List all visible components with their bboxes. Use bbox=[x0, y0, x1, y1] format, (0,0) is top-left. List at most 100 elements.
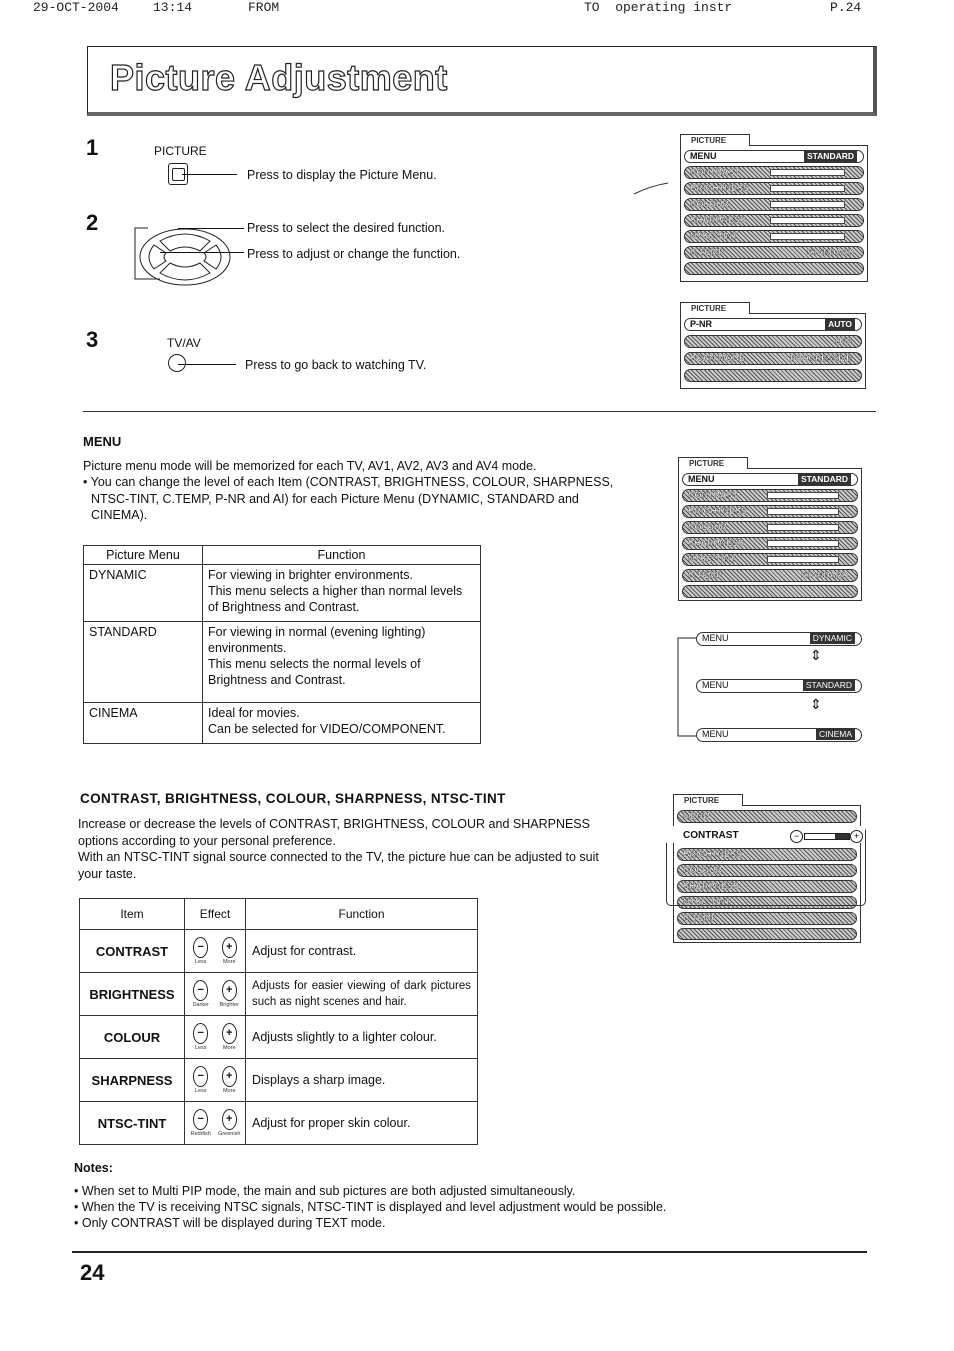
step-2-instruction-select: Press to select the desired function. bbox=[247, 221, 446, 235]
step-number-1: 1 bbox=[86, 135, 99, 160]
footer-divider bbox=[72, 1251, 867, 1253]
osd-contrast-overlay: CONTRAST − + bbox=[666, 826, 866, 906]
plus-button-icon: + bbox=[221, 980, 237, 1001]
tvav-button[interactable] bbox=[168, 354, 186, 372]
item-cell: CONTRAST bbox=[79, 929, 185, 973]
table-row: COLOUR − Less + More Adjusts slightly to a… bbox=[79, 1015, 478, 1059]
osd-main-menu: PICTURE MENU STANDARD CONTRAST BRIGHTNESS… bbox=[680, 134, 868, 282]
fax-time: 13:14 bbox=[153, 0, 193, 15]
osd-row: CONTRAST bbox=[682, 489, 858, 502]
osd-tab: PICTURE bbox=[678, 457, 748, 469]
menu-cycle-diagram: MENU DYNAMIC ⇕ MENU STANDARD ⇕ MENU CINEMA bbox=[676, 630, 866, 745]
table-header: Function bbox=[245, 898, 478, 930]
osd-row: BRIGHTNESS bbox=[684, 182, 864, 195]
item-cell: SHARPNESS bbox=[79, 1058, 185, 1102]
up-down-arrow-icon: ⇕ bbox=[810, 647, 822, 663]
osd-row: COLOUR bbox=[684, 198, 864, 211]
fax-to: TO operating instr bbox=[584, 0, 733, 15]
table-header: Item bbox=[79, 898, 185, 930]
osd-row: NTSC-TINT bbox=[684, 230, 864, 243]
effect-cell: − Reddish + Greenish bbox=[184, 1101, 246, 1145]
step-3-instruction: Press to go back to watching TV. bbox=[245, 358, 427, 372]
osd-row: MENU STANDARD bbox=[682, 473, 858, 486]
menu-cell: STANDARD bbox=[83, 621, 203, 703]
directional-pad[interactable] bbox=[130, 223, 240, 287]
fax-from: FROM bbox=[248, 0, 280, 15]
function-cell: For viewing in normal (evening lighting)… bbox=[202, 621, 481, 703]
function-cell: For viewing in brighter environments. Thi… bbox=[202, 564, 481, 622]
effect-cell: − Less + More bbox=[184, 929, 246, 973]
contrast-level-bar bbox=[804, 833, 850, 840]
osd-row: C.TEMP bbox=[677, 912, 857, 925]
table-row: SHARPNESS − Less + More Displays a sharp i… bbox=[79, 1058, 478, 1102]
title-box: Picture Adjustment bbox=[87, 46, 877, 116]
page-number: 24 bbox=[80, 1260, 105, 1285]
menu-bullet: • You can change the level of each Item … bbox=[83, 475, 614, 522]
step-2-instruction-adjust: Press to adjust or change the function. bbox=[247, 247, 461, 261]
osd-row: C.TEMP STANDARD bbox=[684, 246, 864, 259]
osd-tab: PICTURE bbox=[680, 302, 750, 314]
menu-cycle-row: MENU DYNAMIC bbox=[696, 632, 862, 646]
osd-row: MENU bbox=[677, 810, 857, 823]
item-cell: BRIGHTNESS bbox=[79, 972, 185, 1016]
osd-row bbox=[677, 928, 857, 940]
contrast-label: CONTRAST bbox=[683, 830, 739, 841]
fax-header: 29-OCT-2004 13:14 FROM TO operating inst… bbox=[0, 0, 954, 20]
osd-row: COLOUR bbox=[682, 521, 858, 534]
step-number-3: 3 bbox=[86, 327, 99, 352]
osd-row: BRIGHTNESS bbox=[682, 505, 858, 518]
osd-row: SCAN MODE PROGRESSIVE bbox=[684, 352, 862, 365]
section-divider bbox=[83, 411, 876, 412]
table-row: CINEMA Ideal for movies. Can be selected … bbox=[83, 702, 481, 744]
step-number-2: 2 bbox=[86, 210, 99, 235]
minus-icon: − bbox=[790, 830, 803, 843]
minus-button-icon: − bbox=[193, 1023, 209, 1044]
effect-cell: − Darker + Brighter bbox=[184, 972, 246, 1016]
notes-heading: Notes: bbox=[74, 1161, 113, 1175]
effect-cell: − Less + More bbox=[184, 1015, 246, 1059]
table-header: Picture Menu bbox=[83, 545, 203, 565]
osd-row: MENU STANDARD bbox=[684, 150, 864, 163]
adjust-paragraph-1: Increase or decrease the levels of CONTR… bbox=[78, 817, 590, 848]
osd-picture-menu: PICTURE MENU STANDARD CONTRAST BRIGHTNESS… bbox=[678, 457, 862, 601]
osd-tab: PICTURE bbox=[673, 794, 743, 806]
minus-button-icon: − bbox=[193, 937, 209, 958]
function-cell: Adjust for proper skin colour. bbox=[245, 1101, 478, 1145]
note-item: • Only CONTRAST will be displayed during… bbox=[74, 1216, 386, 1230]
function-cell: Adjust for contrast. bbox=[245, 929, 478, 973]
plus-button-icon: + bbox=[221, 1066, 237, 1087]
minus-button-icon: − bbox=[193, 1109, 209, 1130]
function-cell: Adjusts slightly to a lighter colour. bbox=[245, 1015, 478, 1059]
table-row: BRIGHTNESS − Darker + Brighter Adjusts for… bbox=[79, 972, 478, 1016]
osd-row: C.TEMP STANDARD bbox=[682, 569, 858, 582]
menu-heading: MENU bbox=[83, 434, 122, 449]
table-header: Effect bbox=[184, 898, 246, 930]
osd-row: SHARPNESS bbox=[682, 537, 858, 550]
osd-row: P-NR AUTO bbox=[684, 318, 862, 331]
menu-cycle-row: MENU CINEMA bbox=[696, 728, 862, 742]
function-cell: Ideal for movies. Can be selected for VID… bbox=[202, 702, 481, 744]
adjustment-table: Item Effect Function CONTRAST − Less + Mor… bbox=[79, 898, 478, 1145]
function-cell: Displays a sharp image. bbox=[245, 1058, 478, 1102]
menu-paragraph: Picture menu mode will be memorized for … bbox=[83, 459, 537, 473]
function-cell: Adjusts for easier viewing of dark pictu… bbox=[245, 972, 478, 1016]
osd-row: CONTRAST bbox=[684, 166, 864, 179]
up-down-arrow-icon: ⇕ bbox=[810, 696, 822, 712]
osd-row: SHARPNESS bbox=[684, 214, 864, 227]
picture-menu-table: Picture Menu Function DYNAMIC For viewin… bbox=[83, 545, 481, 744]
item-cell: NTSC-TINT bbox=[79, 1101, 185, 1145]
plus-button-icon: + bbox=[221, 1023, 237, 1044]
adjust-heading: CONTRAST, BRIGHTNESS, COLOUR, SHARPNESS,… bbox=[80, 791, 506, 806]
fax-page: P.24 bbox=[830, 0, 862, 15]
osd-sub-menu: PICTURE P-NR AUTO OFF SCAN MODE PROGRESSIV… bbox=[680, 302, 866, 389]
note-item: • When set to Multi PIP mode, the main a… bbox=[74, 1184, 576, 1198]
table-row: NTSC-TINT − Reddish + Greenish Adjust for … bbox=[79, 1101, 478, 1145]
pointer-stroke bbox=[633, 182, 669, 195]
adjust-paragraph-2: With an NTSC-TINT signal source connecte… bbox=[78, 850, 599, 881]
fax-date: 29-OCT-2004 bbox=[33, 0, 119, 15]
osd-row bbox=[682, 585, 858, 598]
osd-tab: PICTURE bbox=[680, 134, 750, 146]
plus-button-icon: + bbox=[221, 1109, 237, 1130]
menu-cell: CINEMA bbox=[83, 702, 203, 744]
step-1-instruction: Press to display the Picture Menu. bbox=[247, 168, 437, 182]
